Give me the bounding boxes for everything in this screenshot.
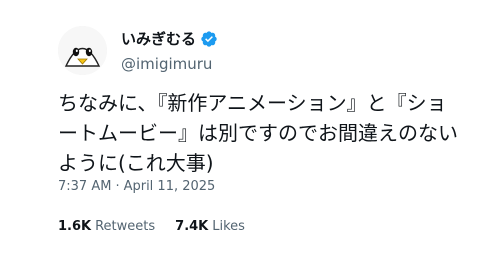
tweet-time[interactable]: 7:37 AM	[58, 178, 111, 196]
likes-count: 7.4K	[175, 219, 209, 234]
verified-badge-icon	[200, 30, 218, 48]
author-name-row: いみぎむる	[121, 29, 218, 49]
tweet-text: ちなみに、『新作アニメーション』と『ショートムービー』は別ですのでお間違えのない…	[58, 91, 458, 175]
tweet-date[interactable]: April 11, 2025	[124, 178, 216, 196]
likes-label: Likes	[212, 219, 245, 234]
tweet-card: いみぎむる @imigimuru ちなみに、『新作アニメーション』と『ショートム…	[0, 0, 500, 261]
penguin-avatar-icon	[58, 26, 107, 75]
tweet-timestamp: 7:37 AM · April 11, 2025	[58, 178, 215, 196]
retweets-count: 1.6K	[58, 219, 92, 234]
retweets-stat[interactable]: 1.6K Retweets	[58, 218, 155, 236]
author-handle[interactable]: @imigimuru	[121, 54, 218, 74]
meta-separator: ·	[115, 179, 120, 194]
author-info: いみぎむる @imigimuru	[121, 29, 218, 74]
author-display-name[interactable]: いみぎむる	[121, 29, 196, 49]
retweets-label: Retweets	[95, 219, 156, 234]
author-avatar[interactable]	[58, 26, 107, 75]
likes-stat[interactable]: 7.4K Likes	[175, 218, 245, 236]
tweet-stats: 1.6K Retweets 7.4K Likes	[58, 218, 265, 236]
